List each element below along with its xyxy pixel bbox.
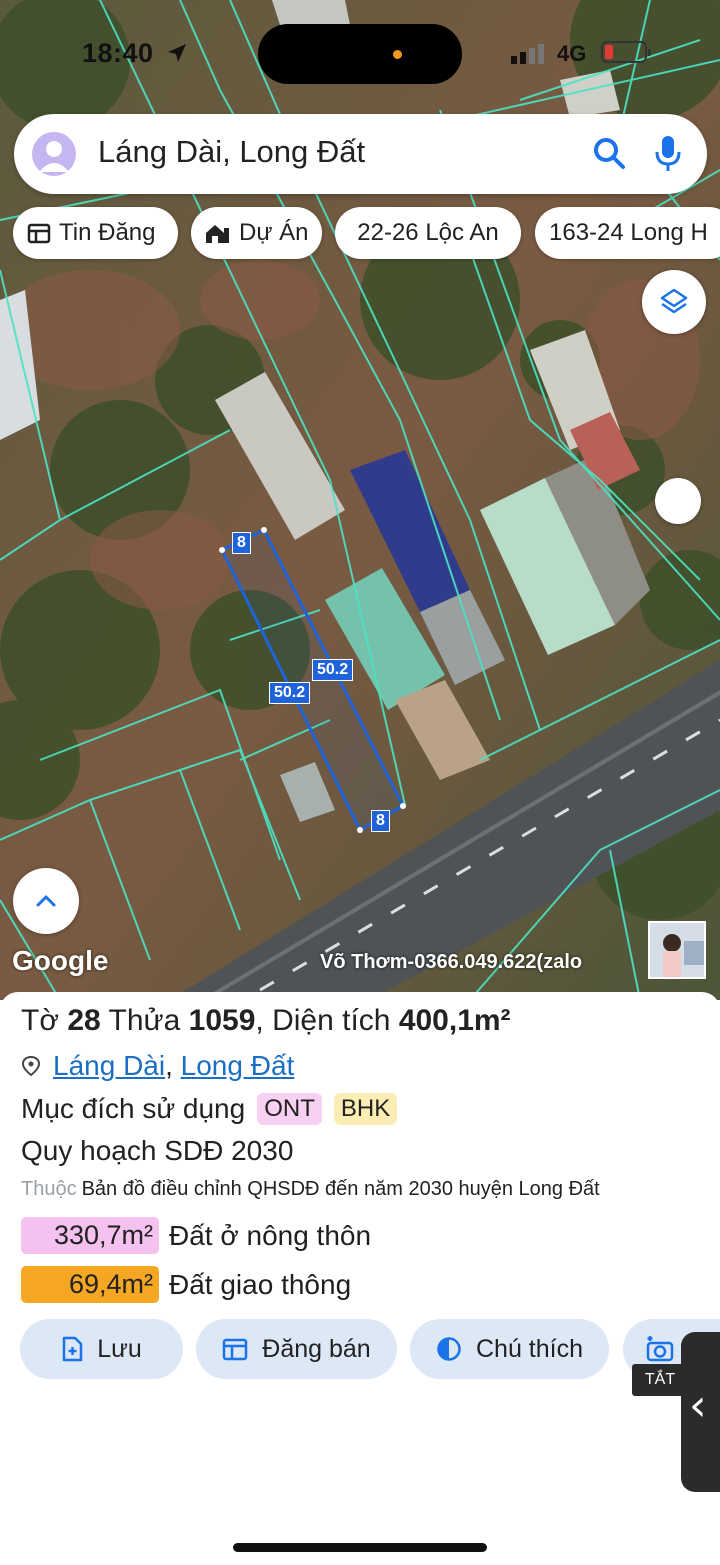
post-for-sale-label: Đăng bán [262, 1334, 371, 1363]
battery-icon [601, 41, 651, 63]
plan-source: Thuộc Bản đồ điều chỉnh QHSDĐ đến năm 203… [21, 1178, 600, 1201]
area-label: Diện tích [272, 1004, 391, 1037]
zone-area: 69,4m² [21, 1266, 159, 1303]
save-doc-icon [62, 1336, 83, 1362]
chip-du-an[interactable]: Dự Án [191, 207, 322, 259]
parcel-title: Tờ 28 Thửa 1059, Diện tích 400,1m² [21, 1004, 511, 1037]
status-bar: 18:40 4G [0, 24, 720, 84]
plan-title: Quy hoạch SDĐ 2030 [21, 1135, 294, 1166]
land-use-badge-ont: ONT [257, 1093, 322, 1125]
satellite-map[interactable]: 8 50.2 50.2 8 18:40 4G Láng Dài, Long Đấ… [0, 0, 720, 1000]
zone-label: Đất giao thông [169, 1268, 352, 1300]
zone-row: 69,4m² Đất giao thông [21, 1266, 351, 1303]
district-link[interactable]: Long Đất [181, 1050, 295, 1082]
save-label: Lưu [97, 1334, 142, 1363]
watermark-photo [648, 921, 706, 979]
avatar[interactable] [32, 132, 76, 176]
parcel-info-panel: Tờ 28 Thửa 1059, Diện tích 400,1m² Láng … [0, 992, 720, 1565]
layers-icon [660, 288, 688, 314]
listing-icon [27, 223, 51, 244]
network-type: 4G [557, 41, 587, 66]
plot-label: Thửa [108, 1004, 181, 1037]
zone-label: Đất ở nông thôn [169, 1219, 372, 1251]
ward-link[interactable]: Láng Dài [53, 1050, 165, 1082]
chip-label: 22-26 Lộc An [357, 219, 499, 246]
location-pin-icon [21, 1055, 41, 1077]
post-for-sale-button[interactable]: Đăng bán [196, 1319, 397, 1379]
chip-163-24-long-h[interactable]: 163-24 Long H [535, 207, 720, 259]
plot-number: 1059 [188, 1004, 256, 1037]
measurement-bottom-label: 8 [371, 810, 390, 832]
chip-label: Tin Đăng [59, 219, 156, 246]
search-bar[interactable]: Láng Dài, Long Đất [14, 114, 707, 194]
sheet-number: 28 [67, 1004, 101, 1037]
microphone-icon[interactable] [653, 134, 683, 174]
parcel-location: Láng Dài, Long Đất [21, 1050, 294, 1082]
zone-row: 330,7m² Đất ở nông thôn [21, 1217, 371, 1254]
camera-icon [646, 1336, 674, 1362]
search-icon[interactable] [592, 136, 628, 172]
expand-up-button[interactable] [13, 868, 79, 934]
save-button[interactable]: Lưu [20, 1319, 183, 1379]
chip-label: Dự Án [239, 219, 309, 246]
land-use-row: Mục đích sử dụng ONT BHK [21, 1093, 398, 1125]
action-buttons: Lưu Đăng bán Chú thích [0, 1319, 720, 1379]
measurement-side-b-label: 50.2 [312, 659, 354, 681]
contrast-icon [437, 1337, 461, 1361]
legend-label: Chú thích [475, 1334, 583, 1363]
google-attribution: Google [12, 945, 109, 976]
home-icon [206, 225, 229, 243]
source-label: Thuộc [21, 1178, 77, 1200]
search-query[interactable]: Láng Dài, Long Đất [98, 134, 365, 170]
chevron-left-icon: ‹ [689, 1380, 707, 1431]
source-value: Bản đồ điều chỉnh QHSDĐ đến năm 2030 huy… [81, 1178, 600, 1200]
chip-tin-dang[interactable]: Tin Đăng [13, 207, 178, 259]
filter-chips: Tin Đăng Dự Án 22-26 Lộc An 163-24 Long … [0, 207, 720, 259]
measurement-side-a-label: 50.2 [269, 682, 311, 704]
home-indicator [233, 1543, 487, 1552]
chip-label: 163-24 Long H [549, 219, 708, 246]
map-drag-handle[interactable] [655, 478, 701, 524]
signal-icon [511, 44, 544, 64]
zone-area: 330,7m² [21, 1217, 159, 1254]
area-value: 400,1m² [398, 1004, 511, 1037]
recording-dot-icon [393, 50, 402, 59]
layers-button[interactable] [642, 270, 706, 334]
status-time: 18:40 [82, 38, 154, 68]
chip-22-26-loc-an[interactable]: 22-26 Lộc An [335, 207, 521, 259]
dynamic-island [258, 24, 462, 84]
calendar-post-icon [223, 1338, 248, 1361]
location-arrow-icon [168, 44, 186, 62]
sheet-label: Tờ [21, 1004, 59, 1037]
side-panel-handle[interactable]: ‹ [681, 1332, 720, 1492]
watermark-text: Võ Thơm-0366.049.622(zalo [320, 951, 583, 973]
legend-button[interactable]: Chú thích [410, 1319, 609, 1379]
measurement-top-label: 8 [232, 532, 251, 554]
land-use-badge-bhk: BHK [333, 1093, 398, 1125]
chevron-up-icon [36, 895, 56, 907]
tooltip-off: TẮT [632, 1364, 688, 1396]
land-use-label: Mục đích sử dụng [21, 1093, 246, 1124]
